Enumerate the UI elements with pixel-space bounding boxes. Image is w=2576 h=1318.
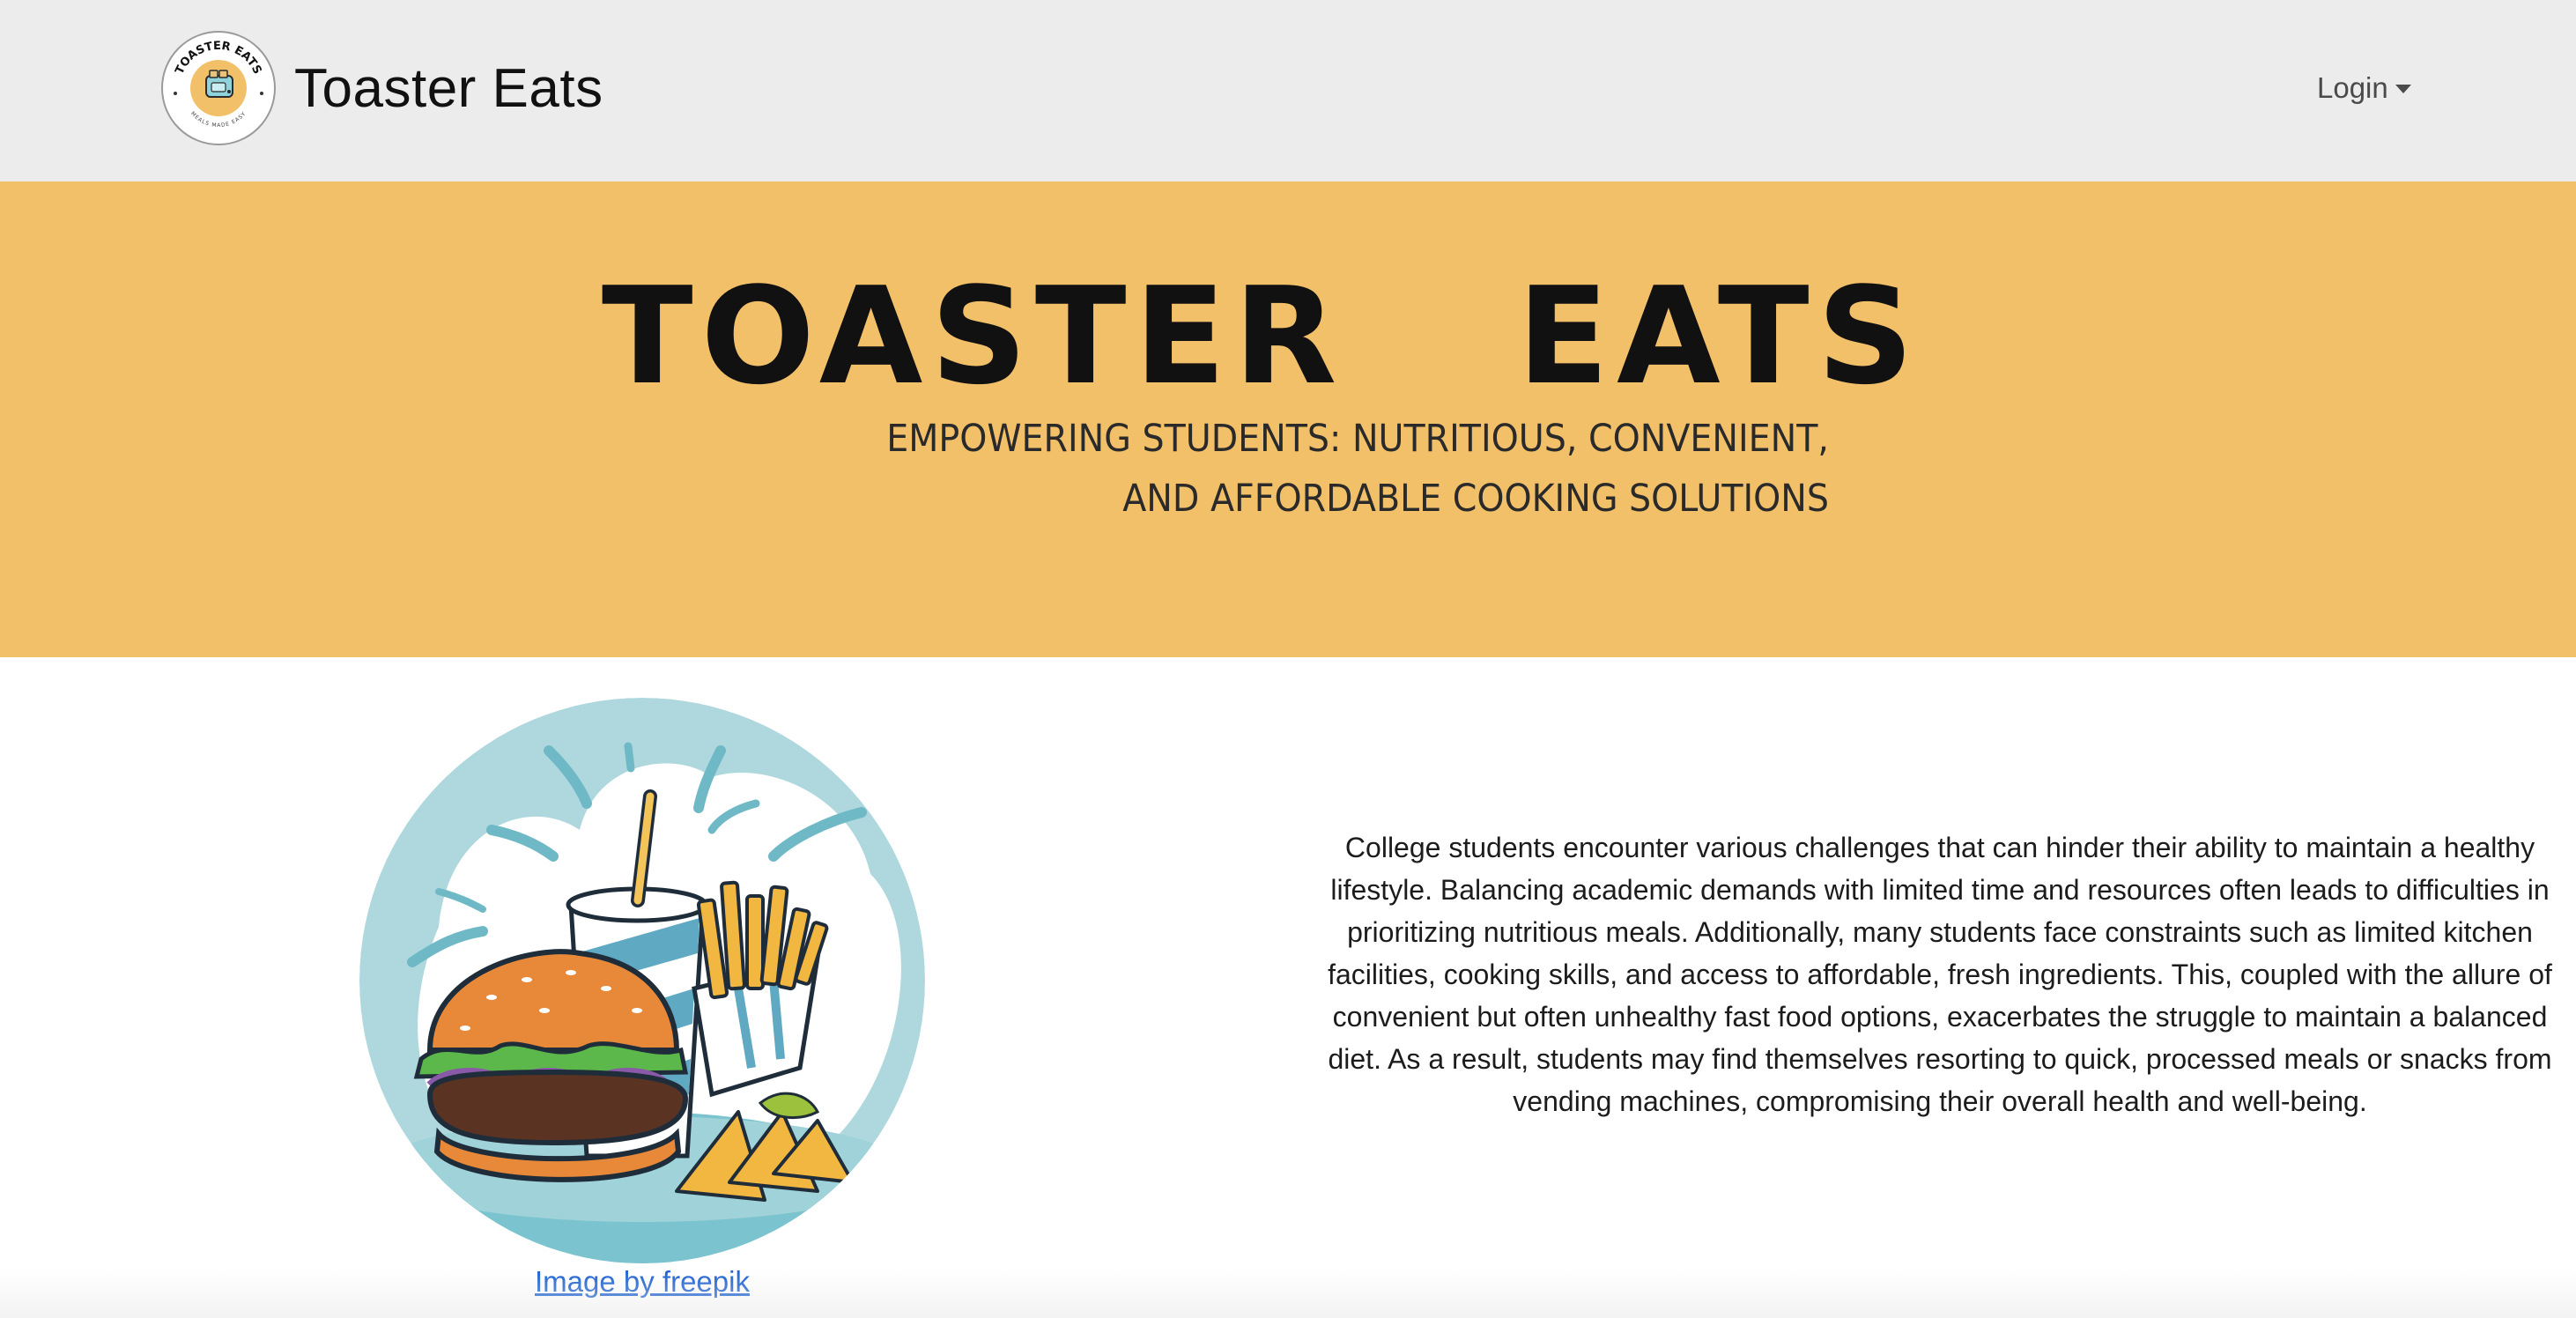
intro-description: College students encounter various chall… xyxy=(1328,832,2552,1117)
hero-title: TOASTER EATS xyxy=(601,258,1922,414)
caret-down-icon xyxy=(2395,85,2411,93)
hero-subtitle: EMPOWERING STUDENTS: NUTRITIOUS, CONVENI… xyxy=(856,409,1829,529)
image-credit-link[interactable]: Image by freepik xyxy=(535,1265,750,1298)
toaster-logo-icon: TOASTER EATS MEALS MADE EASY xyxy=(161,31,276,145)
login-dropdown[interactable]: Login xyxy=(2317,67,2411,109)
hero-subtitle-line-1: EMPOWERING STUDENTS: NUTRITIOUS, CONVENI… xyxy=(886,417,1829,461)
image-credit: Image by freepik xyxy=(0,1265,1284,1299)
brand-name: Toaster Eats xyxy=(294,57,603,119)
food-illustration xyxy=(359,698,925,1263)
burger-fries-soda-icon xyxy=(359,698,925,1263)
brand-link[interactable]: TOASTER EATS MEALS MADE EASY Toaster Eat… xyxy=(160,30,603,146)
hero-banner: TOASTER EATS EMPOWERING STUDENTS: NUTRIT… xyxy=(0,181,2576,657)
login-label: Login xyxy=(2317,71,2388,104)
hero-subtitle-line-2: AND AFFORDABLE COOKING SOLUTIONS xyxy=(1122,477,1829,521)
navbar: TOASTER EATS MEALS MADE EASY Toaster Eat… xyxy=(0,0,2576,181)
